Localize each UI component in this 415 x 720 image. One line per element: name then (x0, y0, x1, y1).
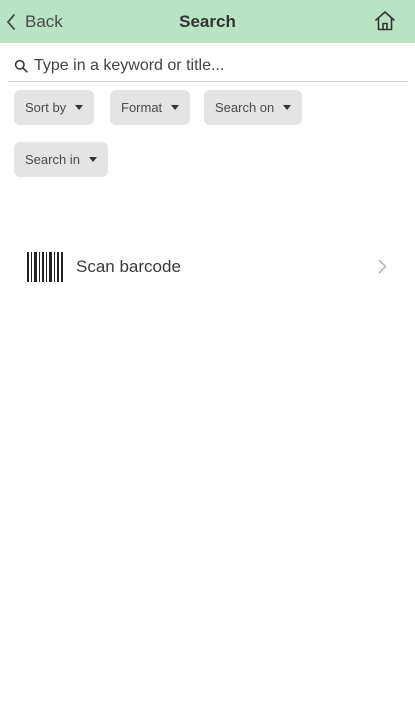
chevron-right-icon (378, 259, 387, 274)
back-label: Back (25, 11, 63, 31)
sort-by-label: Sort by (25, 100, 67, 115)
search-icon (14, 59, 28, 73)
search-in-label: Search in (25, 152, 80, 167)
search-in-dropdown[interactable]: Search in (14, 142, 108, 177)
chevron-left-icon (7, 13, 15, 30)
search-bar (8, 51, 407, 82)
barcode-icon (27, 252, 63, 282)
search-on-label: Search on (215, 100, 275, 115)
format-label: Format (121, 100, 163, 115)
home-icon (375, 11, 395, 31)
back-button[interactable]: Back (6, 6, 63, 37)
home-button[interactable] (373, 9, 397, 33)
scan-barcode-label: Scan barcode (76, 257, 181, 276)
search-input[interactable] (34, 52, 407, 80)
scan-barcode-row[interactable]: Scan barcode (0, 245, 415, 289)
caret-down-icon (283, 105, 292, 110)
search-on-dropdown[interactable]: Search on (204, 90, 303, 125)
header-bar: Search Back (0, 0, 415, 43)
format-dropdown[interactable]: Format (110, 90, 191, 125)
caret-down-icon (75, 105, 84, 110)
caret-down-icon (171, 105, 180, 110)
caret-down-icon (88, 157, 97, 162)
sort-by-dropdown[interactable]: Sort by (14, 90, 95, 125)
